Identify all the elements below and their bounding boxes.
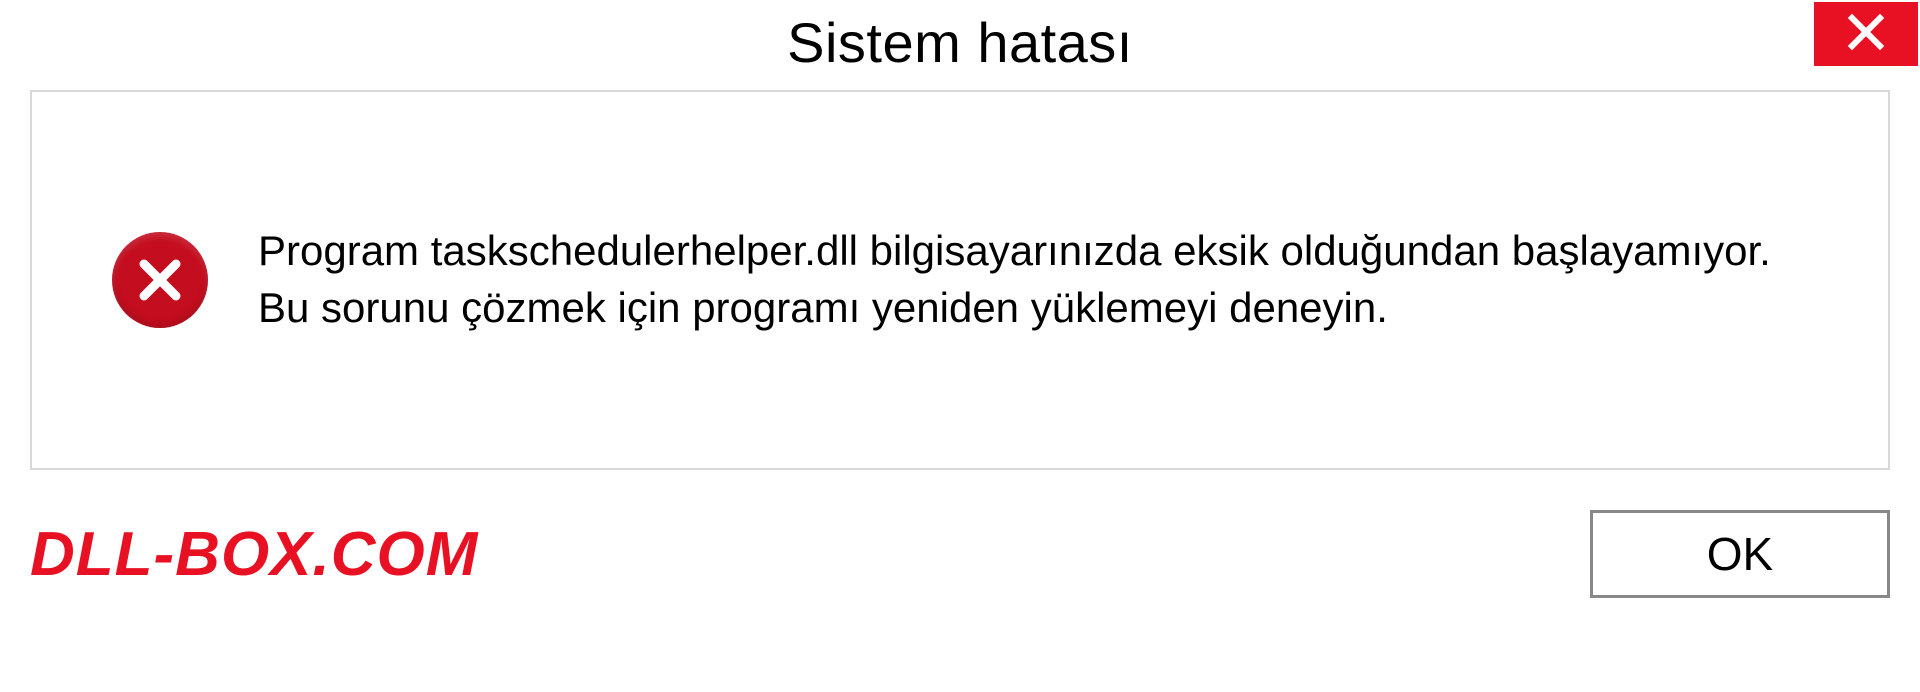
title-bar: Sistem hatası bbox=[0, 0, 1920, 90]
close-icon bbox=[1846, 12, 1886, 57]
close-button[interactable] bbox=[1814, 2, 1918, 66]
content-panel: Program taskschedulerhelper.dll bilgisay… bbox=[30, 90, 1890, 470]
error-icon bbox=[112, 232, 208, 328]
ok-button[interactable]: OK bbox=[1590, 510, 1890, 598]
watermark-text: DLL-BOX.COM bbox=[30, 519, 478, 590]
footer: DLL-BOX.COM OK bbox=[0, 470, 1920, 598]
error-message: Program taskschedulerhelper.dll bilgisay… bbox=[258, 223, 1808, 336]
dialog-title: Sistem hatası bbox=[787, 10, 1133, 75]
